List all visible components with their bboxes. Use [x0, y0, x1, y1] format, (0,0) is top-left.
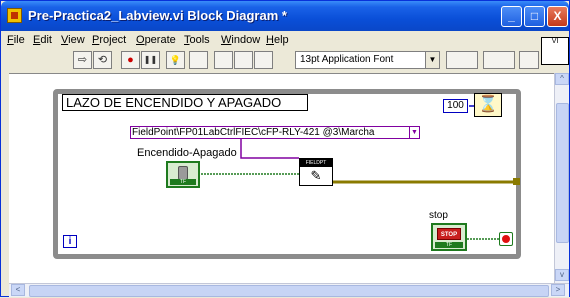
menu-project[interactable]: Project: [92, 34, 126, 46]
loop-condition-terminal[interactable]: [499, 232, 513, 246]
menu-operate[interactable]: Operate: [136, 34, 176, 46]
title-bar[interactable]: Pre-Practica2_Labview.vi Block Diagram *…: [1, 1, 569, 31]
menu-view[interactable]: View: [61, 34, 85, 46]
font-select-value: 13pt Application Font: [300, 54, 394, 65]
chevron-down-icon[interactable]: ▼: [409, 127, 419, 138]
vertical-scrollbar[interactable]: ^ v: [554, 73, 569, 283]
distribute-objects-icon[interactable]: [483, 51, 515, 69]
toolbar: ⇨ ⟲ ● ❚❚ 💡 13pt Application Font ▼: [1, 49, 541, 71]
fieldpoint-header: FIELDPT: [300, 159, 332, 167]
scroll-down-button[interactable]: v: [555, 269, 569, 281]
loop-label[interactable]: LAZO DE ENCENDIDO Y APAGADO: [62, 94, 308, 111]
maximize-button[interactable]: □: [524, 6, 545, 27]
window-title: Pre-Practica2_Labview.vi Block Diagram *: [28, 8, 287, 23]
stop-label[interactable]: stop: [429, 210, 448, 221]
step-over-icon[interactable]: [234, 51, 253, 69]
horizontal-scroll-thumb[interactable]: [29, 285, 549, 297]
align-objects-icon[interactable]: [446, 51, 478, 69]
toggle-switch-terminal[interactable]: TF: [166, 161, 200, 188]
iteration-terminal[interactable]: i: [63, 235, 77, 248]
menu-tools[interactable]: Tools: [184, 34, 210, 46]
control-label[interactable]: Encendido-Apagado: [137, 147, 237, 159]
close-button[interactable]: X: [547, 6, 568, 27]
reorder-icon[interactable]: [519, 51, 539, 69]
menu-window[interactable]: Window: [221, 34, 260, 46]
menu-file[interactable]: File: [7, 34, 25, 46]
stop-button-terminal[interactable]: STOP TF: [431, 223, 467, 251]
minimize-button[interactable]: _: [501, 6, 522, 27]
toggle-switch-icon: [178, 166, 188, 180]
fieldpoint-write-node[interactable]: FIELDPT ✎: [299, 158, 333, 186]
step-into-icon[interactable]: [214, 51, 233, 69]
wait-constant[interactable]: 100: [443, 99, 468, 113]
scroll-up-button[interactable]: ^: [555, 73, 569, 85]
retain-wire-values-icon[interactable]: [189, 51, 208, 69]
font-select[interactable]: 13pt Application Font ▼: [295, 51, 440, 69]
scroll-right-button[interactable]: >: [551, 284, 565, 296]
boolean-type-badge: TF: [435, 242, 463, 248]
fieldpoint-io-constant[interactable]: FieldPoint\FP01LabCtrlFIEC\cFP-RLY-421 @…: [130, 126, 420, 139]
scroll-left-button[interactable]: <: [11, 284, 25, 296]
pause-icon[interactable]: ❚❚: [141, 51, 160, 69]
block-diagram-window: Pre-Practica2_Labview.vi Block Diagram *…: [0, 0, 570, 297]
abort-icon[interactable]: ●: [121, 51, 140, 69]
horizontal-scrollbar[interactable]: < >: [9, 283, 569, 297]
vi-connector-icon[interactable]: VI: [541, 37, 569, 65]
menu-edit[interactable]: Edit: [33, 34, 52, 46]
menu-help[interactable]: Help: [266, 34, 289, 46]
stop-button-icon: STOP: [437, 228, 461, 240]
chevron-down-icon[interactable]: ▼: [425, 52, 439, 68]
run-continuously-icon[interactable]: ⟲: [93, 51, 112, 69]
pencil-icon: ✎: [310, 168, 322, 183]
labview-app-icon: [7, 8, 22, 23]
fieldpoint-path: FieldPoint\FP01LabCtrlFIEC\cFP-RLY-421 @…: [132, 127, 375, 138]
wait-ms-icon[interactable]: ⌛: [474, 93, 502, 117]
step-out-icon[interactable]: [254, 51, 273, 69]
vertical-scroll-thumb[interactable]: [556, 103, 569, 243]
menu-bar: File Edit View Project Operate Tools Win…: [1, 31, 541, 49]
run-arrow-icon[interactable]: ⇨: [73, 51, 92, 69]
boolean-type-badge: TF: [170, 179, 196, 185]
highlight-execution-icon[interactable]: 💡: [166, 51, 185, 69]
